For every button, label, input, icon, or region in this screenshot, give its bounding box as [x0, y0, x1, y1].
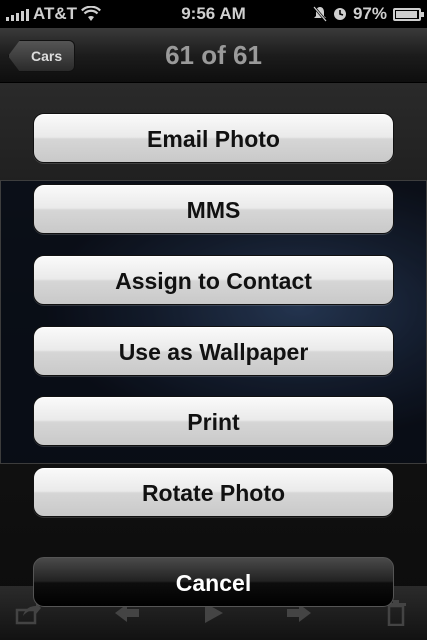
- rotate-photo-button[interactable]: Rotate Photo: [33, 467, 394, 517]
- mms-button[interactable]: MMS: [33, 184, 394, 234]
- navigation-bar: Cars 61 of 61: [0, 28, 427, 83]
- page-title: 61 of 61: [165, 40, 262, 70]
- screen: AT&T 9:56 AM 97% Cars 61 of 61 Email Pho…: [0, 0, 427, 640]
- mute-bell-icon: [313, 6, 327, 22]
- alarm-clock-icon: [333, 8, 346, 20]
- use-as-wallpaper-button[interactable]: Use as Wallpaper: [33, 326, 394, 376]
- battery-fill: [396, 10, 417, 18]
- email-photo-button[interactable]: Email Photo: [33, 113, 394, 163]
- print-button[interactable]: Print: [33, 396, 394, 446]
- assign-to-contact-button[interactable]: Assign to Contact: [33, 255, 394, 305]
- cancel-button[interactable]: Cancel: [33, 557, 394, 607]
- status-bar: AT&T 9:56 AM 97%: [0, 0, 427, 28]
- battery-percent: 97%: [352, 4, 387, 23]
- battery-icon: [393, 7, 424, 21]
- clock: 9:56 AM: [181, 4, 246, 23]
